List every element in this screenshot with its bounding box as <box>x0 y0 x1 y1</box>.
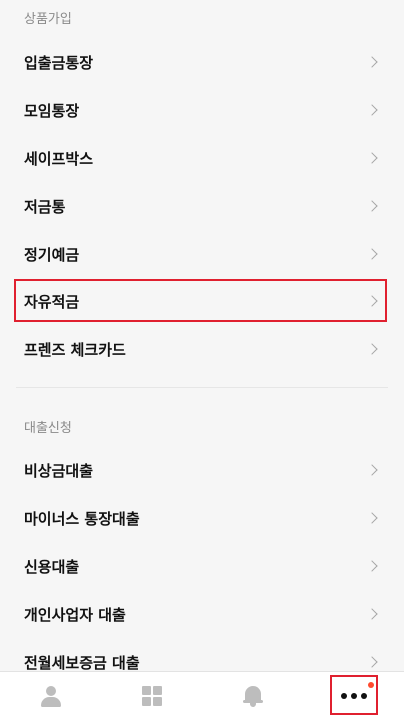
tab-profile[interactable] <box>0 672 101 720</box>
menu-item-label: 모임통장 <box>24 101 80 120</box>
menu-item-friends-check-card[interactable]: 프렌즈 체크카드 <box>0 325 404 373</box>
tab-notifications[interactable] <box>202 672 303 720</box>
menu-item-label: 정기예금 <box>24 245 80 264</box>
menu-item-business-loan[interactable]: 개인사업자 대출 <box>0 590 404 638</box>
section-header-loans: 대출신청 <box>24 421 72 436</box>
chevron-right-icon <box>366 200 378 212</box>
menu-item-fixed-deposit[interactable]: 정기예금 <box>0 230 404 278</box>
menu-item-free-savings[interactable]: 자유적금 <box>0 277 404 325</box>
menu-item-label: 비상금대출 <box>24 461 94 480</box>
bottom-tab-bar <box>0 671 404 720</box>
section-divider <box>16 387 388 388</box>
menu-item-credit-loan[interactable]: 신용대출 <box>0 542 404 590</box>
tab-products[interactable] <box>101 672 202 720</box>
menu-item-jeonse-loan[interactable]: 전월세보증금 대출 <box>0 638 404 672</box>
menu-item-label: 신용대출 <box>24 557 80 576</box>
chevron-right-icon <box>366 512 378 524</box>
more-icon <box>340 693 367 699</box>
chevron-right-icon <box>366 560 378 572</box>
menu-item-label: 세이프박스 <box>24 149 94 168</box>
menu-item-emergency-loan[interactable]: 비상금대출 <box>0 446 404 494</box>
chevron-right-icon <box>366 295 378 307</box>
chevron-right-icon <box>366 656 378 668</box>
chevron-right-icon <box>366 464 378 476</box>
menu-item-piggy-bank[interactable]: 저금통 <box>0 182 404 230</box>
tab-more[interactable] <box>303 672 404 720</box>
chevron-right-icon <box>366 152 378 164</box>
menu-item-label: 개인사업자 대출 <box>24 605 126 624</box>
chevron-right-icon <box>366 56 378 68</box>
chevron-right-icon <box>366 104 378 116</box>
menu-item-label: 저금통 <box>24 197 66 216</box>
notification-dot <box>368 682 374 688</box>
menu-item-label: 입출금통장 <box>24 53 94 72</box>
menu-item-minus-account-loan[interactable]: 마이너스 통장대출 <box>0 494 404 542</box>
menu-list: 상품가입 입출금통장 모임통장 세이프박스 저금통 정기예금 자유적금 프렌즈 … <box>0 0 404 672</box>
menu-item-deposit-account[interactable]: 입출금통장 <box>0 38 404 86</box>
bell-icon <box>242 685 263 707</box>
menu-item-safebox[interactable]: 세이프박스 <box>0 134 404 182</box>
menu-item-label: 마이너스 통장대출 <box>24 509 140 528</box>
chevron-right-icon <box>366 248 378 260</box>
menu-item-label: 전월세보증금 대출 <box>24 653 140 672</box>
screen: 상품가입 입출금통장 모임통장 세이프박스 저금통 정기예금 자유적금 프렌즈 … <box>0 0 404 720</box>
menu-item-group-account[interactable]: 모임통장 <box>0 86 404 134</box>
menu-item-label: 자유적금 <box>24 292 80 311</box>
section-header-products: 상품가입 <box>24 12 72 27</box>
person-icon <box>40 685 62 707</box>
chevron-right-icon <box>366 343 378 355</box>
grid-icon <box>141 686 162 706</box>
menu-item-label: 프렌즈 체크카드 <box>24 340 126 359</box>
chevron-right-icon <box>366 608 378 620</box>
